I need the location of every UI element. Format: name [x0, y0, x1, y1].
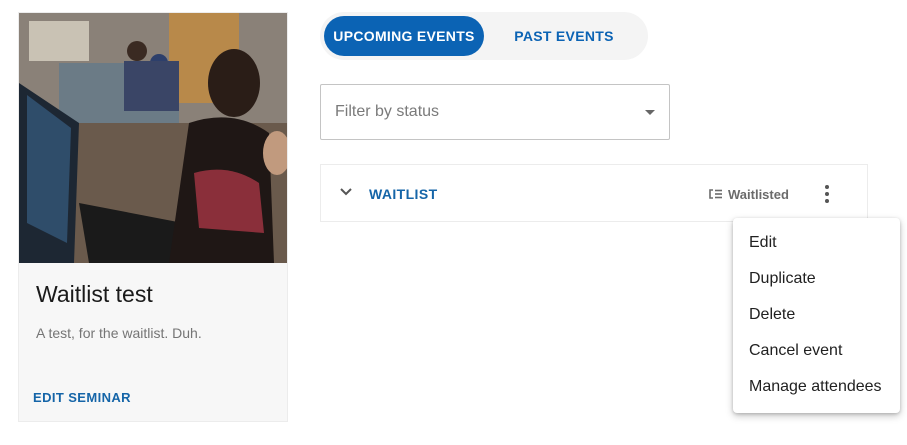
menu-item-delete[interactable]: Delete	[733, 297, 900, 333]
menu-item-edit[interactable]: Edit	[733, 225, 900, 261]
waitlist-icon	[709, 189, 722, 199]
chevron-down-icon[interactable]	[339, 185, 353, 199]
menu-item-manage-attendees[interactable]: Manage attendees	[733, 369, 900, 405]
tab-past-events[interactable]: PAST EVENTS	[492, 16, 636, 56]
event-row: WAITLIST Waitlisted	[320, 164, 868, 222]
event-context-menu: Edit Duplicate Delete Cancel event Manag…	[733, 218, 900, 413]
more-vertical-icon[interactable]	[821, 183, 833, 205]
dropdown-arrow-icon	[645, 110, 655, 115]
menu-item-cancel-event[interactable]: Cancel event	[733, 333, 900, 369]
seminar-image	[19, 13, 287, 263]
edit-seminar-button[interactable]: EDIT SEMINAR	[33, 390, 131, 405]
status-filter-select[interactable]: Filter by status	[320, 84, 670, 140]
tab-upcoming-events[interactable]: UPCOMING EVENTS	[324, 16, 484, 56]
status-badge: Waitlisted	[728, 187, 789, 202]
seminar-card: Waitlist test A test, for the waitlist. …	[18, 12, 288, 422]
seminar-description: A test, for the waitlist. Duh.	[36, 325, 202, 341]
event-tabs: UPCOMING EVENTS PAST EVENTS	[320, 12, 648, 60]
menu-item-duplicate[interactable]: Duplicate	[733, 261, 900, 297]
filter-placeholder: Filter by status	[335, 103, 440, 120]
event-name[interactable]: WAITLIST	[369, 186, 438, 202]
seminar-title: Waitlist test	[36, 281, 153, 307]
